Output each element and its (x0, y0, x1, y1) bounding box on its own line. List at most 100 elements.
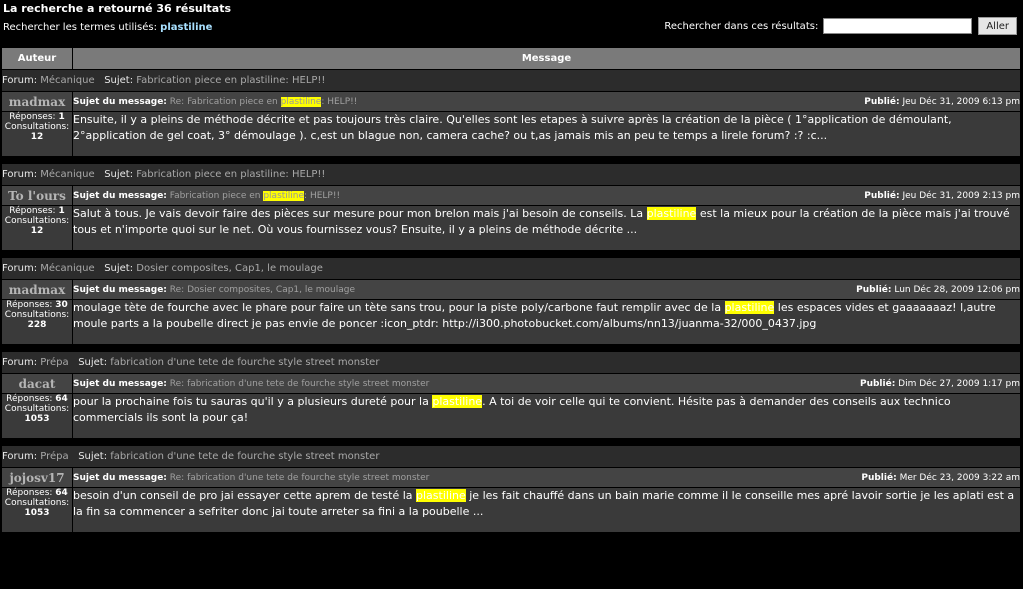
topic-link[interactable]: Fabrication piece en plastiline: HELP!! (136, 169, 325, 180)
search-terms-link[interactable]: plastiline (160, 22, 212, 33)
forum-link[interactable]: Mécanique (40, 263, 94, 274)
views-label: Consultations: (4, 404, 70, 414)
posted-label: Publié: (856, 284, 892, 295)
post-date: Publié: Mer Déc 23, 2009 3:22 am (861, 473, 1020, 483)
post-subject-link[interactable]: Re: fabrication d'une tete de fourche st… (170, 473, 430, 483)
result-author-row: madmax Publié: Lun Déc 28, 2009 12:06 pm S… (1, 279, 1021, 300)
result-author-row: jojosv17 Publié: Mer Déc 23, 2009 3:22 am… (1, 467, 1021, 488)
replies-count: 64 (55, 394, 68, 404)
highlighted-term: plastiline (724, 301, 775, 314)
views-label: Consultations: (4, 310, 70, 320)
author-name[interactable]: dacat (1, 373, 73, 394)
row-gap (1, 250, 1021, 258)
replies-label: Réponses: (9, 112, 56, 122)
highlighted-term: plastiline (646, 207, 697, 220)
posted-label: Publié: (861, 472, 897, 483)
post-date-value: Mer Déc 23, 2009 3:22 am (899, 472, 1020, 483)
post-subject-link[interactable]: Re: Dosier composites, Cap1, le moulage (170, 285, 355, 295)
search-within-results: Rechercher dans ces résultats: Aller (664, 17, 1017, 35)
post-date-value: Jeu Déc 31, 2009 2:13 pm (902, 190, 1020, 201)
topic-link[interactable]: Dosier composites, Cap1, le moulage (136, 263, 323, 274)
post-message: moulage tète de fourche avec le phare po… (72, 299, 1021, 345)
posted-label: Publié: (859, 378, 896, 389)
forum-label: Forum: (2, 451, 38, 462)
post-subject-label: Sujet du message: (73, 190, 167, 201)
views-count: 228 (27, 320, 47, 330)
post-date: Publié: Dim Déc 27, 2009 1:17 pm (860, 379, 1020, 389)
views-label: Consultations: (4, 498, 70, 508)
topic-stats: Réponses: 1 Consultations: 12 (1, 205, 73, 251)
topic-link[interactable]: fabrication d'une tete de fourche style … (110, 357, 379, 368)
forum-link[interactable]: Mécanique (40, 75, 94, 86)
go-button[interactable]: Aller (978, 17, 1017, 35)
replies-label: Réponses: (6, 394, 53, 404)
post-message-text: Salut à tous. Je vais devoir faire des p… (73, 207, 647, 220)
post-subject-bar: Publié: Mer Déc 23, 2009 3:22 am Sujet du… (72, 467, 1021, 488)
post-date: Publié: Jeu Déc 31, 2009 6:13 pm (864, 97, 1020, 107)
views-label: Consultations: (4, 216, 70, 226)
topic-stats: Réponses: 30 Consultations: 228 (1, 299, 73, 345)
post-subject-bar: Publié: Dim Déc 27, 2009 1:17 pm Sujet du… (72, 373, 1021, 394)
post-subject-link[interactable]: Fabrication piece en plastiline: HELP!! (169, 190, 341, 201)
forum-label: Forum: (2, 75, 38, 86)
forum-link[interactable]: Prépa (40, 357, 68, 368)
result-author-row: dacat Publié: Dim Déc 27, 2009 1:17 pm Suj… (1, 373, 1021, 394)
results-header: La recherche a retourné 36 résultats Rec… (0, 0, 1023, 46)
post-message: pour la prochaine fois tu sauras qu'il y… (72, 393, 1021, 439)
post-subject-text: Fabrication piece en (169, 190, 264, 201)
topic-label: Sujet: (78, 357, 108, 368)
search-within-input[interactable] (823, 18, 973, 34)
post-subject-text: Re: fabrication d'une tete de fourche st… (169, 472, 430, 483)
replies-count: 64 (55, 488, 68, 498)
topic-label: Sujet: (104, 169, 134, 180)
highlighted-term: plastiline (432, 395, 483, 408)
topic-label: Sujet: (78, 451, 108, 462)
results-table: Auteur Message Forum: Mécanique Sujet: F… (1, 47, 1021, 533)
topic-label: Sujet: (104, 263, 134, 274)
row-gap (1, 438, 1021, 446)
search-terms: Rechercher les termes utilisés: plastili… (3, 22, 212, 33)
replies-count: 1 (58, 112, 65, 122)
post-subject-label: Sujet du message: (73, 472, 167, 483)
highlighted-term: plastiline (416, 489, 466, 502)
forum-link[interactable]: Mécanique (40, 169, 94, 180)
author-name[interactable]: madmax (1, 279, 73, 300)
result-author-row: To l'ours Publié: Jeu Déc 31, 2009 2:13 p… (1, 185, 1021, 206)
post-date-value: Dim Déc 27, 2009 1:17 pm (898, 378, 1020, 389)
result-author-row: madmax Publié: Jeu Déc 31, 2009 6:13 pm Su… (1, 91, 1021, 112)
author-name[interactable]: jojosv17 (1, 467, 73, 488)
post-subject-link[interactable]: Re: Fabrication piece en plastiline: HEL… (169, 96, 357, 107)
post-subject-label: Sujet du message: (73, 378, 167, 389)
forum-label: Forum: (2, 169, 38, 180)
topic-link[interactable]: Fabrication piece en plastiline: HELP!! (136, 75, 325, 86)
topic-label: Sujet: (104, 75, 134, 86)
post-message: besoin d'un conseil de pro jai essayer c… (72, 487, 1021, 533)
row-gap (1, 156, 1021, 164)
post-date-value: Lun Déc 28, 2009 12:06 pm (894, 284, 1020, 295)
post-subject-text: Re: Dosier composites, Cap1, le moulage (169, 284, 356, 295)
views-count: 1053 (24, 508, 50, 518)
post-message: Salut à tous. Je vais devoir faire des p… (72, 205, 1021, 251)
search-within-label: Rechercher dans ces résultats: (664, 20, 819, 32)
post-subject-text-end: : HELP!! (304, 190, 341, 201)
result-body-row: Réponses: 64 Consultations: 1053 besoin d'u… (1, 487, 1021, 533)
highlighted-term: plastiline (263, 190, 305, 201)
post-subject-link[interactable]: Re: fabrication d'une tete de fourche st… (170, 379, 430, 389)
replies-count: 1 (58, 206, 65, 216)
topic-link[interactable]: fabrication d'une tete de fourche style … (110, 451, 379, 462)
post-date: Publié: Jeu Déc 31, 2009 2:13 pm (864, 191, 1020, 201)
post-date: Publié: Lun Déc 28, 2009 12:06 pm (856, 285, 1020, 295)
search-terms-label: Rechercher les termes utilisés: (3, 22, 157, 33)
forum-link[interactable]: Prépa (40, 451, 68, 462)
result-topic-row: Forum: Mécanique Sujet: Fabrication piec… (1, 69, 1021, 92)
replies-count: 30 (55, 300, 68, 310)
author-name[interactable]: madmax (1, 91, 73, 112)
post-message-text: pour la prochaine fois tu sauras qu'il y… (73, 395, 433, 408)
author-name[interactable]: To l'ours (1, 185, 73, 206)
post-message: Ensuite, il y a pleins de méthode décrit… (72, 111, 1021, 157)
highlighted-term: plastiline (280, 96, 322, 107)
post-subject-text: Re: Fabrication piece en (169, 96, 281, 107)
views-count: 12 (30, 226, 44, 236)
result-topic-row: Forum: Prépa Sujet: fabrication d'une te… (1, 445, 1021, 468)
topic-stats: Réponses: 64 Consultations: 1053 (1, 393, 73, 439)
